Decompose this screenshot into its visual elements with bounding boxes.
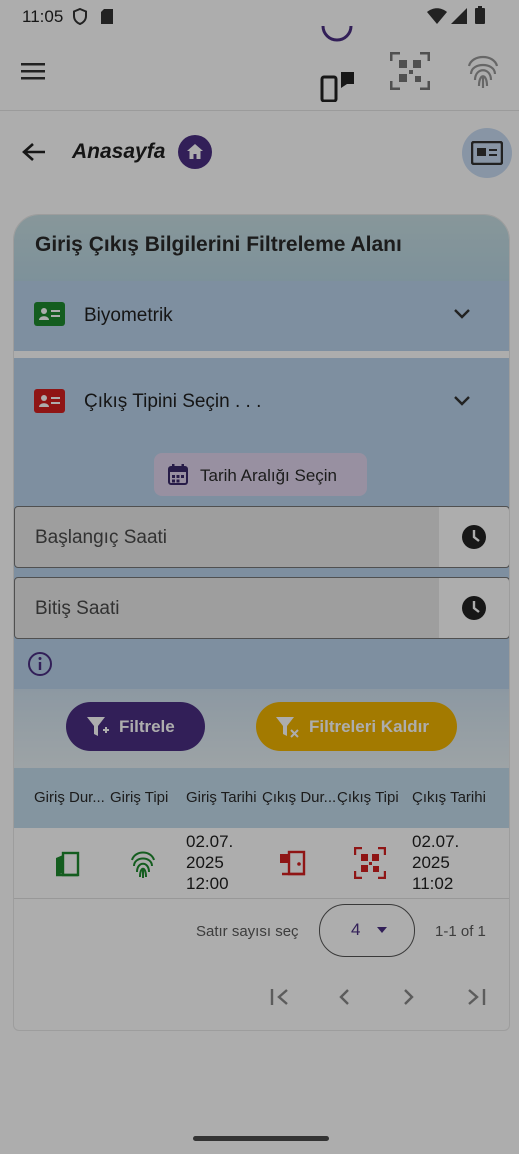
- id-card-button[interactable]: [462, 128, 512, 178]
- qr-code-icon: [354, 847, 386, 879]
- sd-card-icon: [101, 9, 113, 24]
- clock-icon: [462, 596, 486, 620]
- entry-date-line: 12:00: [186, 874, 229, 893]
- exit-id-card-icon: [34, 389, 65, 413]
- chevron-down-icon: [454, 309, 470, 319]
- door-exit-icon: [280, 850, 306, 876]
- qr-scan-icon[interactable]: [390, 52, 430, 90]
- end-time-placeholder: Bitiş Saati: [35, 598, 120, 619]
- exit-type-value: Çıkış Tipini Seçin . . .: [84, 391, 262, 412]
- start-time-picker-button[interactable]: [439, 507, 509, 567]
- end-time-picker-button[interactable]: [439, 578, 509, 638]
- date-range-button[interactable]: Tarih Aralığı Seçin: [154, 453, 367, 496]
- accordion-divider: [14, 351, 509, 358]
- exit-date-cell: 02.07. 2025 11:02: [412, 831, 459, 894]
- fingerprint-scan-icon[interactable]: [466, 52, 500, 90]
- signal-icon: [451, 8, 467, 24]
- next-page-icon[interactable]: [401, 988, 417, 1006]
- filter-add-icon: [87, 717, 109, 736]
- exit-date-line: 2025: [412, 853, 450, 872]
- fingerprint-icon: [131, 851, 155, 878]
- table-row[interactable]: 02.07. 2025 12:00 02.07. 2025 11:02: [14, 828, 509, 898]
- exit-date-line: 02.07.: [412, 832, 460, 851]
- wifi-icon: [427, 8, 447, 24]
- exit-date-line: 11:02: [412, 874, 454, 893]
- last-page-icon[interactable]: [465, 988, 487, 1006]
- column-header[interactable]: Giriş Tarihi: [186, 789, 257, 806]
- info-icon[interactable]: [27, 651, 53, 677]
- loading-spinner-icon: [321, 25, 353, 42]
- menu-icon[interactable]: [21, 63, 45, 80]
- entry-date-line: 02.07.: [186, 832, 234, 851]
- end-time-field[interactable]: Bitiş Saati: [14, 577, 509, 639]
- first-page-icon[interactable]: [269, 988, 291, 1006]
- column-header[interactable]: Çıkış Tarihi: [412, 789, 486, 806]
- rows-per-page-select[interactable]: 4: [319, 904, 415, 957]
- clear-filters-label: Filtreleri Kaldır: [309, 717, 429, 736]
- status-bar: 11:05: [0, 0, 519, 32]
- rows-per-page-label: Satır sayısı seç: [196, 923, 299, 940]
- filter-card-title: Giriş Çıkış Bilgilerini Filtreleme Alanı: [35, 233, 402, 256]
- entry-date-line: 2025: [186, 853, 224, 872]
- entry-type-select[interactable]: Biyometrik: [14, 281, 509, 351]
- page-title: Anasayfa: [72, 140, 166, 163]
- id-card-icon: [471, 141, 503, 165]
- battery-icon: [475, 6, 485, 24]
- filter-remove-icon: [276, 717, 299, 738]
- door-enter-icon: [56, 851, 80, 877]
- home-button[interactable]: [178, 135, 212, 169]
- filter-button[interactable]: Filtrele: [66, 702, 205, 751]
- status-time: 11:05: [22, 7, 64, 26]
- entry-type-value: Biyometrik: [84, 305, 173, 326]
- calendar-icon: [168, 464, 188, 485]
- entry-date-cell: 02.07. 2025 12:00: [186, 831, 233, 894]
- home-icon: [187, 144, 203, 159]
- table-header: Giriş Dur... Giriş Tipi Giriş Tarihi Çık…: [14, 768, 509, 828]
- table-divider: [14, 898, 509, 899]
- gesture-nav-bar[interactable]: [193, 1136, 329, 1141]
- start-time-placeholder: Başlangıç Saati: [35, 527, 168, 548]
- device-switch-icon[interactable]: [320, 70, 356, 102]
- filter-card: Giriş Çıkış Bilgilerini Filtreleme Alanı…: [13, 214, 510, 1031]
- filter-button-label: Filtrele: [119, 717, 175, 736]
- pagination-range: 1-1 of 1: [435, 923, 486, 940]
- previous-page-icon[interactable]: [336, 988, 352, 1006]
- chevron-down-icon: [454, 396, 470, 406]
- dropdown-arrow-icon: [377, 927, 387, 933]
- column-header[interactable]: Giriş Tipi: [110, 789, 168, 806]
- column-header[interactable]: Çıkış Tipi: [337, 789, 399, 806]
- rows-per-page-value: 4: [351, 920, 361, 939]
- top-toolbar: [0, 25, 519, 111]
- clock-icon: [462, 525, 486, 549]
- column-header[interactable]: Çıkış Dur...: [262, 789, 336, 806]
- date-range-label: Tarih Aralığı Seçin: [200, 466, 338, 485]
- clear-filters-button[interactable]: Filtreleri Kaldır: [256, 702, 457, 751]
- shield-icon: [73, 8, 87, 25]
- exit-type-select[interactable]: Çıkış Tipini Seçin . . .: [14, 358, 509, 443]
- entry-id-card-icon: [34, 302, 65, 326]
- column-header[interactable]: Giriş Dur...: [34, 789, 105, 806]
- start-time-field[interactable]: Başlangıç Saati: [14, 506, 509, 568]
- back-arrow-icon[interactable]: [22, 142, 46, 162]
- filter-card-header: Giriş Çıkış Bilgilerini Filtreleme Alanı: [14, 215, 509, 281]
